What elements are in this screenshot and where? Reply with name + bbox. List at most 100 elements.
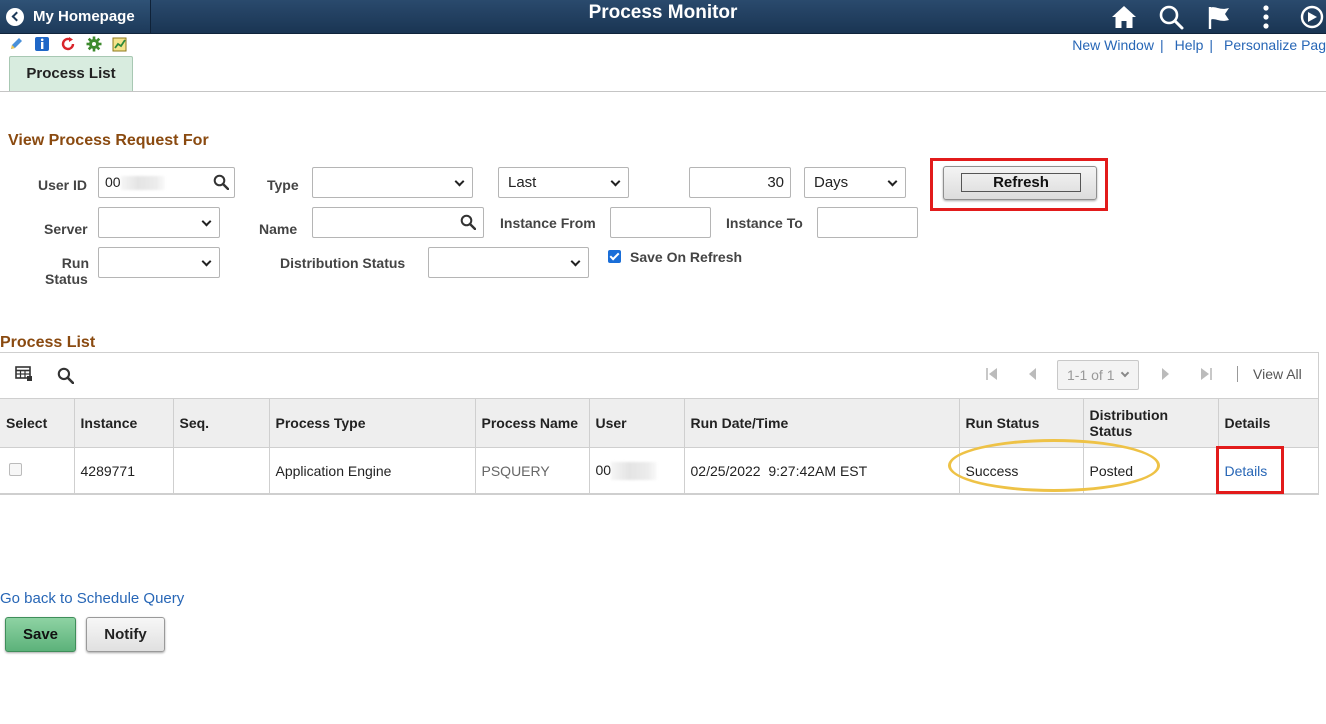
view-all-link[interactable]: View All bbox=[1237, 366, 1302, 382]
row-user-cell: 00 bbox=[588, 447, 685, 495]
banner: My Homepage Process Monitor bbox=[0, 0, 1326, 34]
col-distribution-status: Distribution Status bbox=[1082, 398, 1219, 448]
find-in-grid-icon[interactable] bbox=[57, 367, 74, 384]
process-list-table: Select Instance Seq. Process Type Proces… bbox=[0, 398, 1319, 495]
next-page-icon[interactable] bbox=[1158, 367, 1172, 381]
col-user: User bbox=[588, 398, 685, 448]
first-page-icon[interactable] bbox=[985, 367, 999, 381]
col-details: Details bbox=[1217, 398, 1319, 448]
type-label: Type bbox=[267, 177, 299, 193]
redacted-value bbox=[611, 462, 658, 481]
flag-icon[interactable] bbox=[1205, 3, 1233, 31]
top-links: New Window | Help | Personalize Pag bbox=[1072, 37, 1326, 53]
row-details-cell: Details bbox=[1217, 447, 1319, 495]
refresh-button-label: Refresh bbox=[961, 173, 1081, 192]
instance-from-label: Instance From bbox=[500, 215, 596, 231]
chevron-down-icon bbox=[454, 176, 465, 187]
save-button[interactable]: Save bbox=[5, 617, 76, 652]
help-link[interactable]: Help bbox=[1175, 37, 1204, 53]
row-run-datetime: 02/25/2022 9:27:42AM EST bbox=[683, 447, 960, 495]
row-run-status: Success bbox=[958, 447, 1084, 495]
tab-divider bbox=[0, 91, 1326, 92]
run-status-label-line2: Status bbox=[45, 271, 88, 287]
link-separator: | bbox=[1159, 37, 1164, 53]
col-seq: Seq. bbox=[172, 398, 270, 448]
tab-process-list[interactable]: Process List bbox=[9, 56, 133, 92]
info-icon[interactable] bbox=[34, 36, 50, 52]
chevron-down-icon bbox=[570, 256, 581, 267]
refresh-icon[interactable] bbox=[60, 36, 76, 52]
col-run-datetime: Run Date/Time bbox=[683, 398, 960, 448]
process-list-heading: Process List bbox=[0, 334, 96, 351]
user-id-lookup-icon[interactable] bbox=[213, 174, 229, 190]
row-select-cell bbox=[0, 447, 75, 495]
col-instance: Instance bbox=[73, 398, 174, 448]
row-distribution-status: Posted bbox=[1082, 447, 1219, 495]
name-input[interactable] bbox=[312, 207, 484, 238]
last-select[interactable]: Last bbox=[498, 167, 629, 198]
name-label: Name bbox=[259, 221, 298, 237]
instance-to-label: Instance To bbox=[726, 215, 803, 231]
server-select[interactable] bbox=[98, 207, 220, 238]
instance-to-input[interactable] bbox=[817, 207, 918, 238]
last-select-value: Last bbox=[508, 174, 537, 191]
home-icon[interactable] bbox=[1110, 3, 1138, 31]
col-select: Select bbox=[0, 398, 75, 448]
user-id-label: User ID bbox=[38, 177, 88, 193]
edit-icon[interactable] bbox=[8, 36, 24, 52]
run-status-select[interactable] bbox=[98, 247, 220, 278]
search-icon[interactable] bbox=[1157, 3, 1185, 31]
col-distribution-status-line1: Distribution bbox=[1089, 407, 1169, 423]
chevron-down-icon bbox=[887, 176, 898, 187]
link-separator: | bbox=[1209, 37, 1214, 53]
view-process-request-heading: View Process Request For bbox=[8, 132, 209, 149]
name-lookup-icon[interactable] bbox=[460, 214, 476, 230]
redacted-value bbox=[120, 176, 165, 191]
days-select[interactable]: Days bbox=[804, 167, 906, 198]
page-selector[interactable]: 1-1 of 1 bbox=[1057, 360, 1139, 390]
chart-icon[interactable] bbox=[112, 36, 128, 52]
save-on-refresh-label: Save On Refresh bbox=[630, 249, 743, 265]
server-label: Server bbox=[44, 221, 88, 237]
chevron-down-icon bbox=[201, 216, 212, 227]
user-id-value: 00 bbox=[105, 174, 121, 190]
personalize-page-link[interactable]: Personalize Pag bbox=[1224, 37, 1326, 53]
row-seq bbox=[172, 447, 270, 495]
navbar-icon[interactable] bbox=[1298, 3, 1326, 31]
last-page-icon[interactable] bbox=[1199, 367, 1213, 381]
row-user: 00 bbox=[595, 461, 612, 478]
banner-actions bbox=[1106, 0, 1326, 34]
col-process-type: Process Type bbox=[268, 398, 476, 448]
days-count-input[interactable]: 30 bbox=[689, 167, 791, 198]
col-run-status: Run Status bbox=[958, 398, 1084, 448]
details-link[interactable]: Details bbox=[1225, 463, 1268, 479]
more-icon[interactable] bbox=[1252, 3, 1280, 31]
gear-icon[interactable] bbox=[86, 36, 102, 52]
distribution-status-label: Distribution Status bbox=[280, 255, 406, 271]
chevron-down-icon bbox=[1120, 368, 1130, 378]
personalize-grid-icon[interactable] bbox=[15, 366, 33, 382]
save-on-refresh-checkbox[interactable] bbox=[608, 250, 621, 263]
toolbar-icons bbox=[8, 36, 128, 52]
refresh-button[interactable]: Refresh bbox=[943, 166, 1097, 200]
table-row: 4289771 Application Engine PSQUERY 00 02… bbox=[0, 447, 1319, 495]
type-select[interactable] bbox=[312, 167, 473, 198]
chevron-down-icon bbox=[201, 256, 212, 267]
page-selector-value: 1-1 of 1 bbox=[1067, 367, 1115, 383]
row-instance: 4289771 bbox=[73, 447, 174, 495]
run-status-label-line1: Run bbox=[61, 255, 89, 271]
distribution-status-select[interactable] bbox=[428, 247, 589, 278]
back-to-schedule-query-link[interactable]: Go back to Schedule Query bbox=[0, 590, 184, 607]
row-process-type: Application Engine bbox=[268, 447, 476, 495]
table-header-row: Select Instance Seq. Process Type Proces… bbox=[0, 398, 1319, 448]
col-distribution-status-line2: Status bbox=[1089, 423, 1133, 439]
col-process-name: Process Name bbox=[474, 398, 590, 448]
row-select-checkbox[interactable] bbox=[9, 463, 22, 476]
days-select-value: Days bbox=[814, 174, 849, 191]
new-window-link[interactable]: New Window bbox=[1072, 37, 1154, 53]
notify-button[interactable]: Notify bbox=[86, 617, 165, 652]
chevron-down-icon bbox=[610, 176, 621, 187]
row-process-name: PSQUERY bbox=[474, 447, 590, 495]
previous-page-icon[interactable] bbox=[1026, 367, 1040, 381]
instance-from-input[interactable] bbox=[610, 207, 711, 238]
